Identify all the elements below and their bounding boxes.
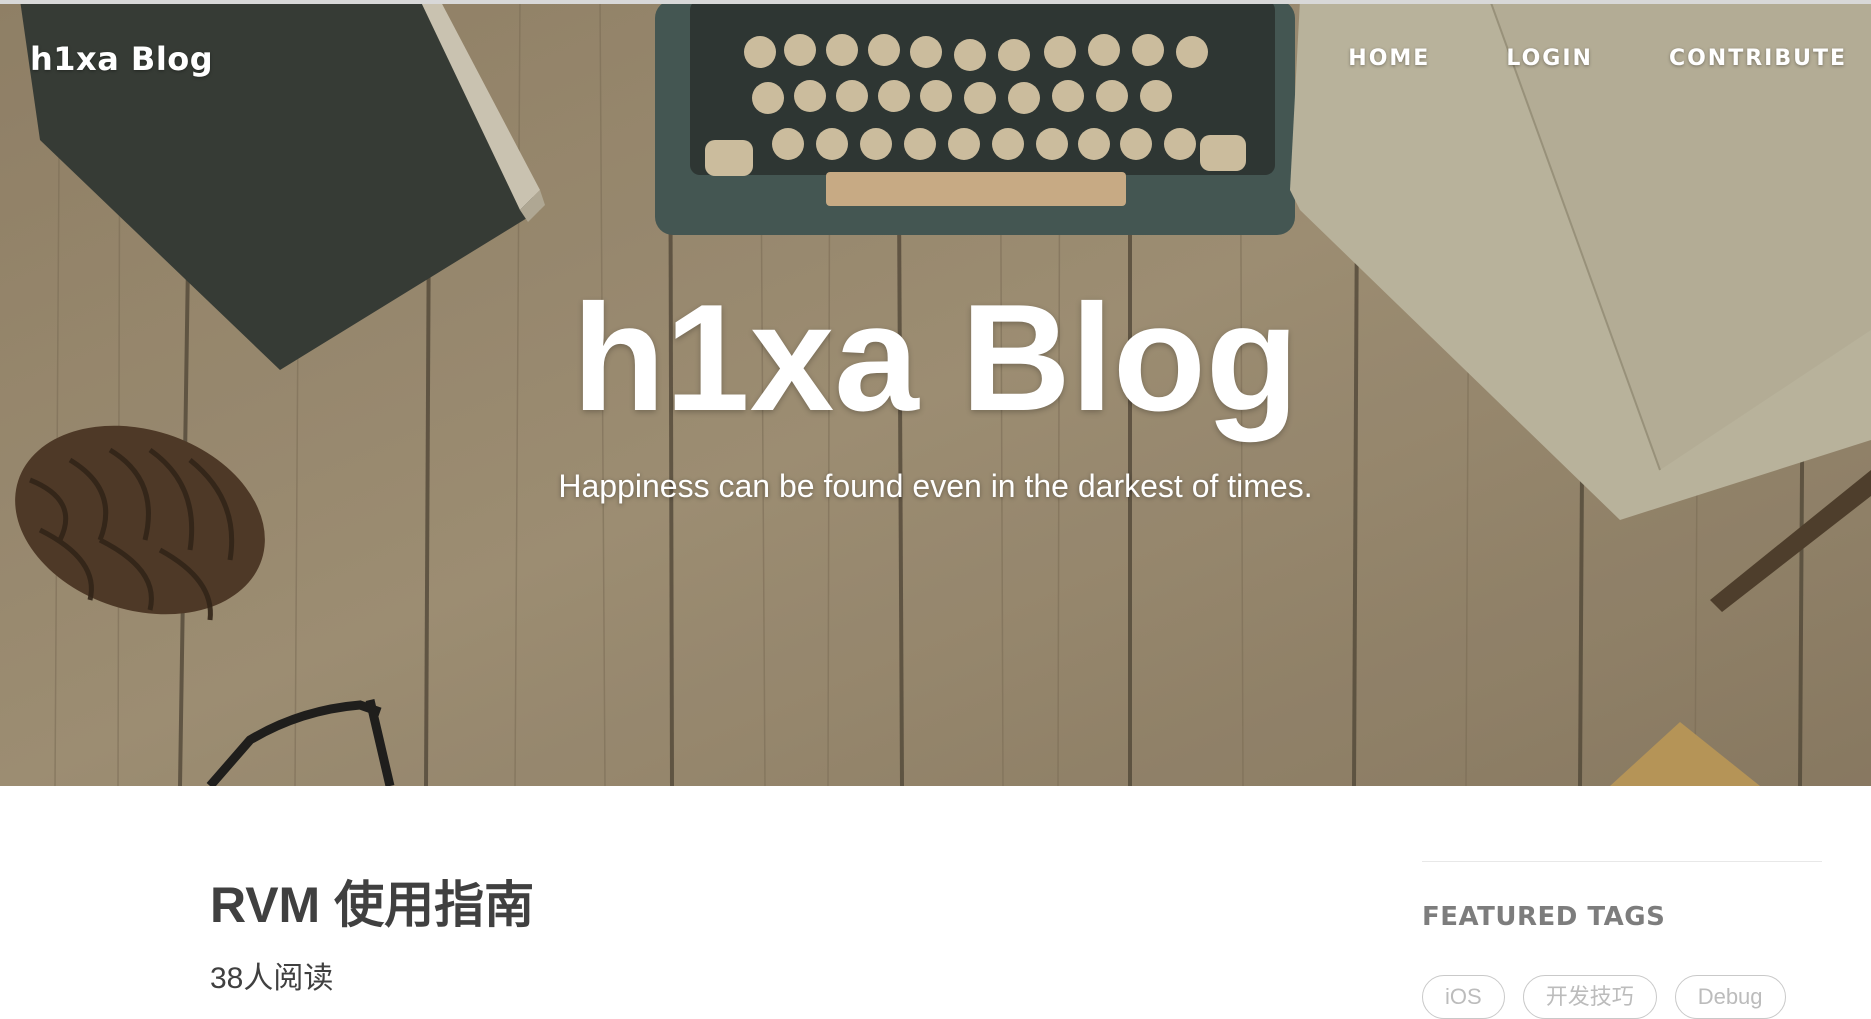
featured-tags-list: iOS 开发技巧 Debug: [1422, 975, 1786, 1019]
hero-header: h1xa Blog HOME LOGIN CONTRIBUTE h1xa Blo…: [0, 0, 1871, 786]
nav-login-link[interactable]: LOGIN: [1506, 46, 1593, 71]
site-subtitle: Happiness can be found even in the darke…: [558, 468, 1313, 504]
post-title-link[interactable]: RVM 使用指南: [210, 880, 534, 930]
tag-dev-tips[interactable]: 开发技巧: [1522, 975, 1657, 1019]
nav-home-link[interactable]: HOME: [1348, 46, 1430, 71]
featured-tags-heading: FEATURED TAGS: [1422, 902, 1666, 932]
brand-logo-link[interactable]: h1xa Blog: [30, 40, 213, 78]
sidebar-divider: [1422, 861, 1822, 862]
main-navigation: HOME LOGIN CONTRIBUTE: [1348, 46, 1847, 71]
site-title: h1xa Blog: [572, 273, 1299, 443]
post-read-count: 38人阅读: [210, 962, 334, 995]
nav-contribute-link[interactable]: CONTRIBUTE: [1669, 46, 1847, 71]
tag-debug[interactable]: Debug: [1674, 975, 1786, 1019]
tag-ios[interactable]: iOS: [1422, 975, 1505, 1019]
top-border: [0, 0, 1871, 4]
